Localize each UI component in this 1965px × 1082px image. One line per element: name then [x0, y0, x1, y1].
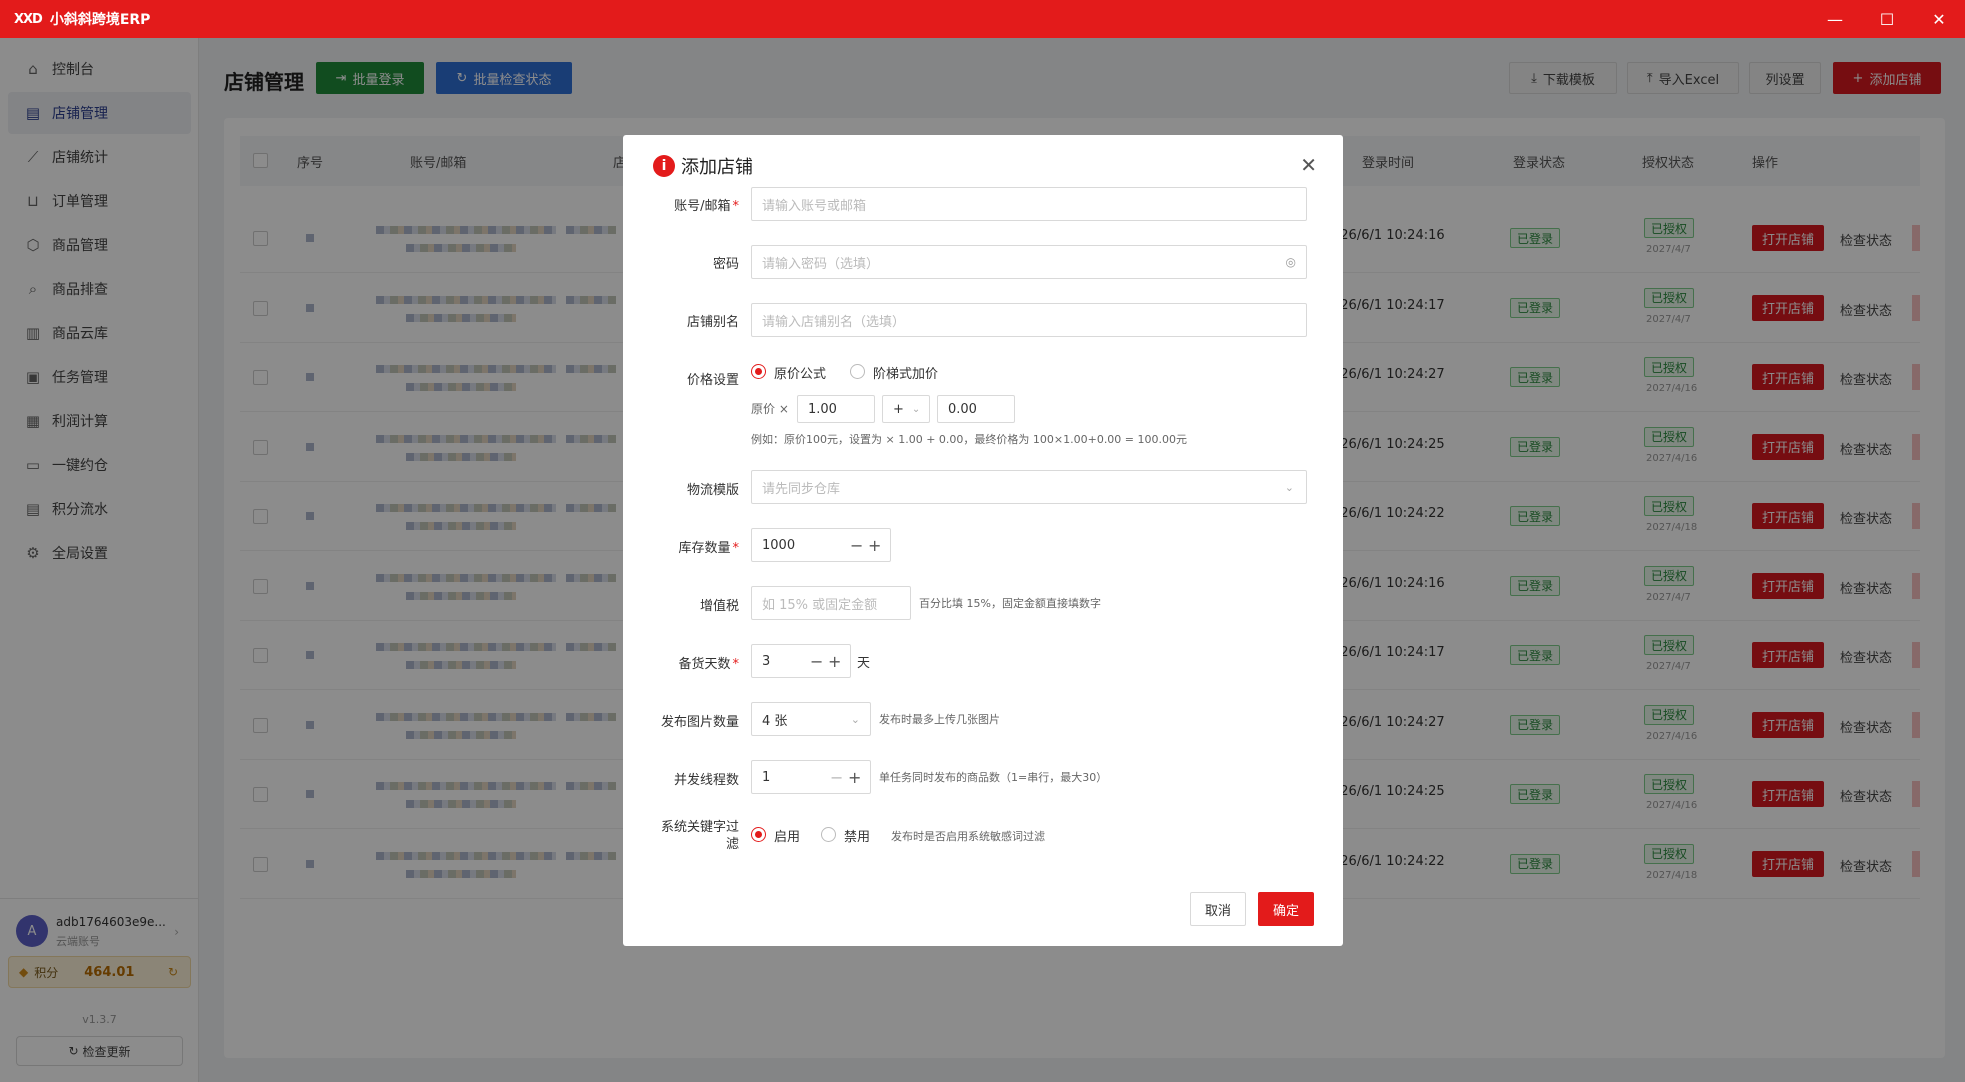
threads-label: 并发线程数 [673, 773, 739, 788]
plus-icon[interactable]: + [828, 652, 841, 671]
price-operator-select[interactable]: + ⌄ [882, 395, 930, 423]
close-icon[interactable]: ✕ [1300, 153, 1317, 177]
minus-icon[interactable]: − [810, 652, 823, 671]
alias-label: 店铺别名 [686, 315, 739, 330]
stock-days-unit: 天 [857, 656, 871, 671]
vat-input[interactable]: 如 15% 或固定金额 [751, 586, 911, 620]
threads-hint: 单任务同时发布的商品数（1=串行，最大30） [879, 771, 1108, 784]
keyword-filter-hint: 发布时是否启用系统敏感词过滤 [891, 830, 1045, 843]
keyword-filter-off-radio[interactable] [821, 827, 836, 842]
account-label: 账号/邮箱 * [674, 195, 739, 214]
stock-stepper[interactable]: 1000 − + [751, 528, 891, 562]
account-label-text: 账号/邮箱 [674, 199, 731, 214]
keyword-filter-on-label: 启用 [774, 830, 801, 845]
price-example: 例如：原价100元，设置为 × 1.00 + 0.00，最终价格为 100×1.… [751, 433, 1188, 446]
password-placeholder: 请输入密码（选填） [762, 256, 880, 272]
alias-input[interactable]: 请输入店铺别名（选填） [751, 303, 1307, 337]
cancel-button[interactable]: 取消 [1190, 892, 1246, 926]
logistics-label: 物流模版 [686, 483, 739, 498]
stock-days-label-text: 备货天数 [678, 657, 731, 672]
price-formula-label: 原价公式 [774, 367, 827, 382]
image-count-value: 4 张 [762, 713, 788, 729]
stock-days-stepper[interactable]: 3 − + [751, 644, 851, 678]
keyword-filter-on-radio[interactable] [751, 827, 766, 842]
price-operator-value: + [893, 401, 904, 417]
dialog-title: i 添加店铺 [653, 153, 753, 179]
dialog-title-text: 添加店铺 [681, 157, 753, 178]
stock-label: 库存数量 * [678, 537, 739, 556]
price-label: 价格设置 [686, 373, 739, 388]
vat-hint: 百分比填 15%，固定金额直接填数字 [919, 597, 1101, 610]
required-mark: * [732, 199, 740, 214]
info-icon: i [653, 155, 675, 177]
minus-icon[interactable]: − [850, 536, 863, 555]
price-addend-input[interactable]: 0.00 [937, 395, 1015, 423]
plus-icon[interactable]: + [848, 768, 861, 787]
chevron-down-icon: ⌄ [850, 712, 860, 726]
add-store-dialog: i 添加店铺 ✕ 账号/邮箱 * 请输入账号或邮箱 密码 请输入密码（选填） ◎ … [623, 135, 1343, 946]
threads-stepper[interactable]: 1 − + [751, 760, 871, 794]
stock-days-label: 备货天数 * [678, 653, 739, 672]
app-logo: XXD [14, 11, 43, 27]
keyword-filter-off-label: 禁用 [844, 830, 871, 845]
logistics-placeholder: 请先同步仓库 [762, 481, 841, 497]
plus-icon[interactable]: + [868, 536, 881, 555]
chevron-down-icon: ⌄ [1284, 480, 1294, 494]
title-bar: XXD 小斜斜跨境ERP — ☐ ✕ [0, 0, 1965, 38]
price-tier-label: 阶梯式加价 [873, 367, 939, 382]
vat-label: 增值税 [699, 599, 739, 614]
image-count-label: 发布图片数量 [660, 715, 739, 730]
close-window-button[interactable]: ✕ [1913, 0, 1965, 38]
chevron-down-icon: ⌄ [911, 403, 921, 415]
maximize-button[interactable]: ☐ [1861, 0, 1913, 38]
password-label: 密码 [712, 257, 739, 272]
price-tier-radio[interactable] [850, 364, 865, 379]
logistics-select[interactable]: 请先同步仓库 ⌄ [751, 470, 1307, 504]
account-input[interactable]: 请输入账号或邮箱 [751, 187, 1307, 221]
stock-value: 1000 [762, 537, 796, 553]
keyword-filter-label-line2: 滤 [725, 837, 739, 852]
eye-off-icon[interactable]: ◎ [1286, 255, 1296, 269]
minimize-button[interactable]: — [1809, 0, 1861, 38]
image-count-hint: 发布时最多上传几张图片 [879, 713, 1000, 726]
stock-days-value: 3 [762, 653, 771, 669]
stock-label-text: 库存数量 [678, 541, 731, 556]
price-prefix: 原价 × [751, 402, 789, 416]
app-title: 小斜斜跨境ERP [49, 12, 151, 28]
image-count-select[interactable]: 4 张 ⌄ [751, 702, 871, 736]
password-input[interactable]: 请输入密码（选填） ◎ [751, 245, 1307, 279]
confirm-button[interactable]: 确定 [1258, 892, 1314, 926]
required-mark: * [732, 541, 740, 556]
required-mark: * [732, 657, 740, 672]
price-formula-radio[interactable] [751, 364, 766, 379]
minus-icon[interactable]: − [830, 768, 843, 787]
keyword-filter-label: 系统关键字过滤 [661, 819, 739, 853]
threads-value: 1 [762, 769, 771, 785]
price-multiplier-input[interactable]: 1.00 [797, 395, 875, 423]
keyword-filter-label-line1: 系统关键字过 [660, 820, 739, 835]
